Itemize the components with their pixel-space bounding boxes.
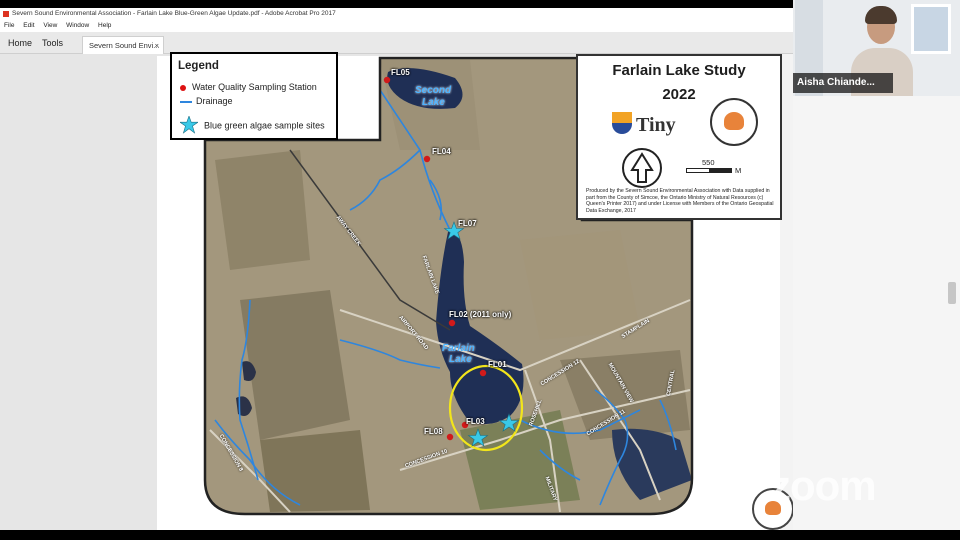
legend-row-station: Water Quality Sampling Station [180,82,317,92]
station-fl01-dot [479,369,487,377]
station-fl05-dot [383,76,391,84]
participant-hair [865,6,897,24]
station-label-fl01: FL01 [488,360,507,369]
station-label-fl02: FL02 (2011 only) [449,310,512,319]
farlain-lake-label-2: Lake [449,354,472,365]
map-legend: Legend Water Quality Sampling Station Dr… [170,52,338,140]
station-fl02-dot [448,319,456,327]
scale-value: 550 [702,158,715,167]
station-label-fl05: FL05 [391,68,410,77]
legend-label-drainage: Drainage [196,96,233,106]
map-credits: Produced by the Severn Sound Environment… [586,188,774,214]
blue-line-icon [180,100,192,103]
scale-unit: M [735,166,742,175]
tiny-township-crest-icon [612,112,632,134]
severn-sound-logo-icon [710,98,758,146]
station-label-fl07: FL07 [458,219,477,228]
bottom-bar [0,530,960,540]
legend-label-station: Water Quality Sampling Station [192,82,317,92]
study-title: Farlain Lake Study [612,62,746,79]
window-frame [911,4,951,54]
legend-row-algae: Blue green algae sample sites [179,115,325,136]
tiny-logo-text: Tiny [636,114,676,136]
farlain-lake-label-1: Farlain [442,343,475,354]
second-lake-label-2: Lake [422,97,445,108]
cyan-star-icon [179,115,199,136]
station-fl08-dot [446,433,454,441]
legend-label-algae: Blue green algae sample sites [204,120,325,131]
gallery-scrollbar[interactable] [948,282,956,304]
legend-row-drainage: Drainage [180,96,233,106]
red-dot-icon [180,84,186,91]
legend-title: Legend [178,60,219,72]
participant-name-tag: Aisha Chiande... [793,73,893,93]
scale-bar [686,168,732,173]
station-label-fl04: FL04 [432,147,451,156]
station-label-fl03: FL03 [466,417,485,426]
second-lake-label-1: Second [415,85,452,96]
study-info-box: Farlain Lake Study 2022 Tiny 550 M Produ… [576,54,782,220]
north-arrow-icon [622,148,662,188]
station-label-fl08: FL08 [424,427,443,436]
station-fl04-dot [423,155,431,163]
study-year: 2022 [662,86,696,103]
zoom-watermark: zoom [770,462,877,509]
